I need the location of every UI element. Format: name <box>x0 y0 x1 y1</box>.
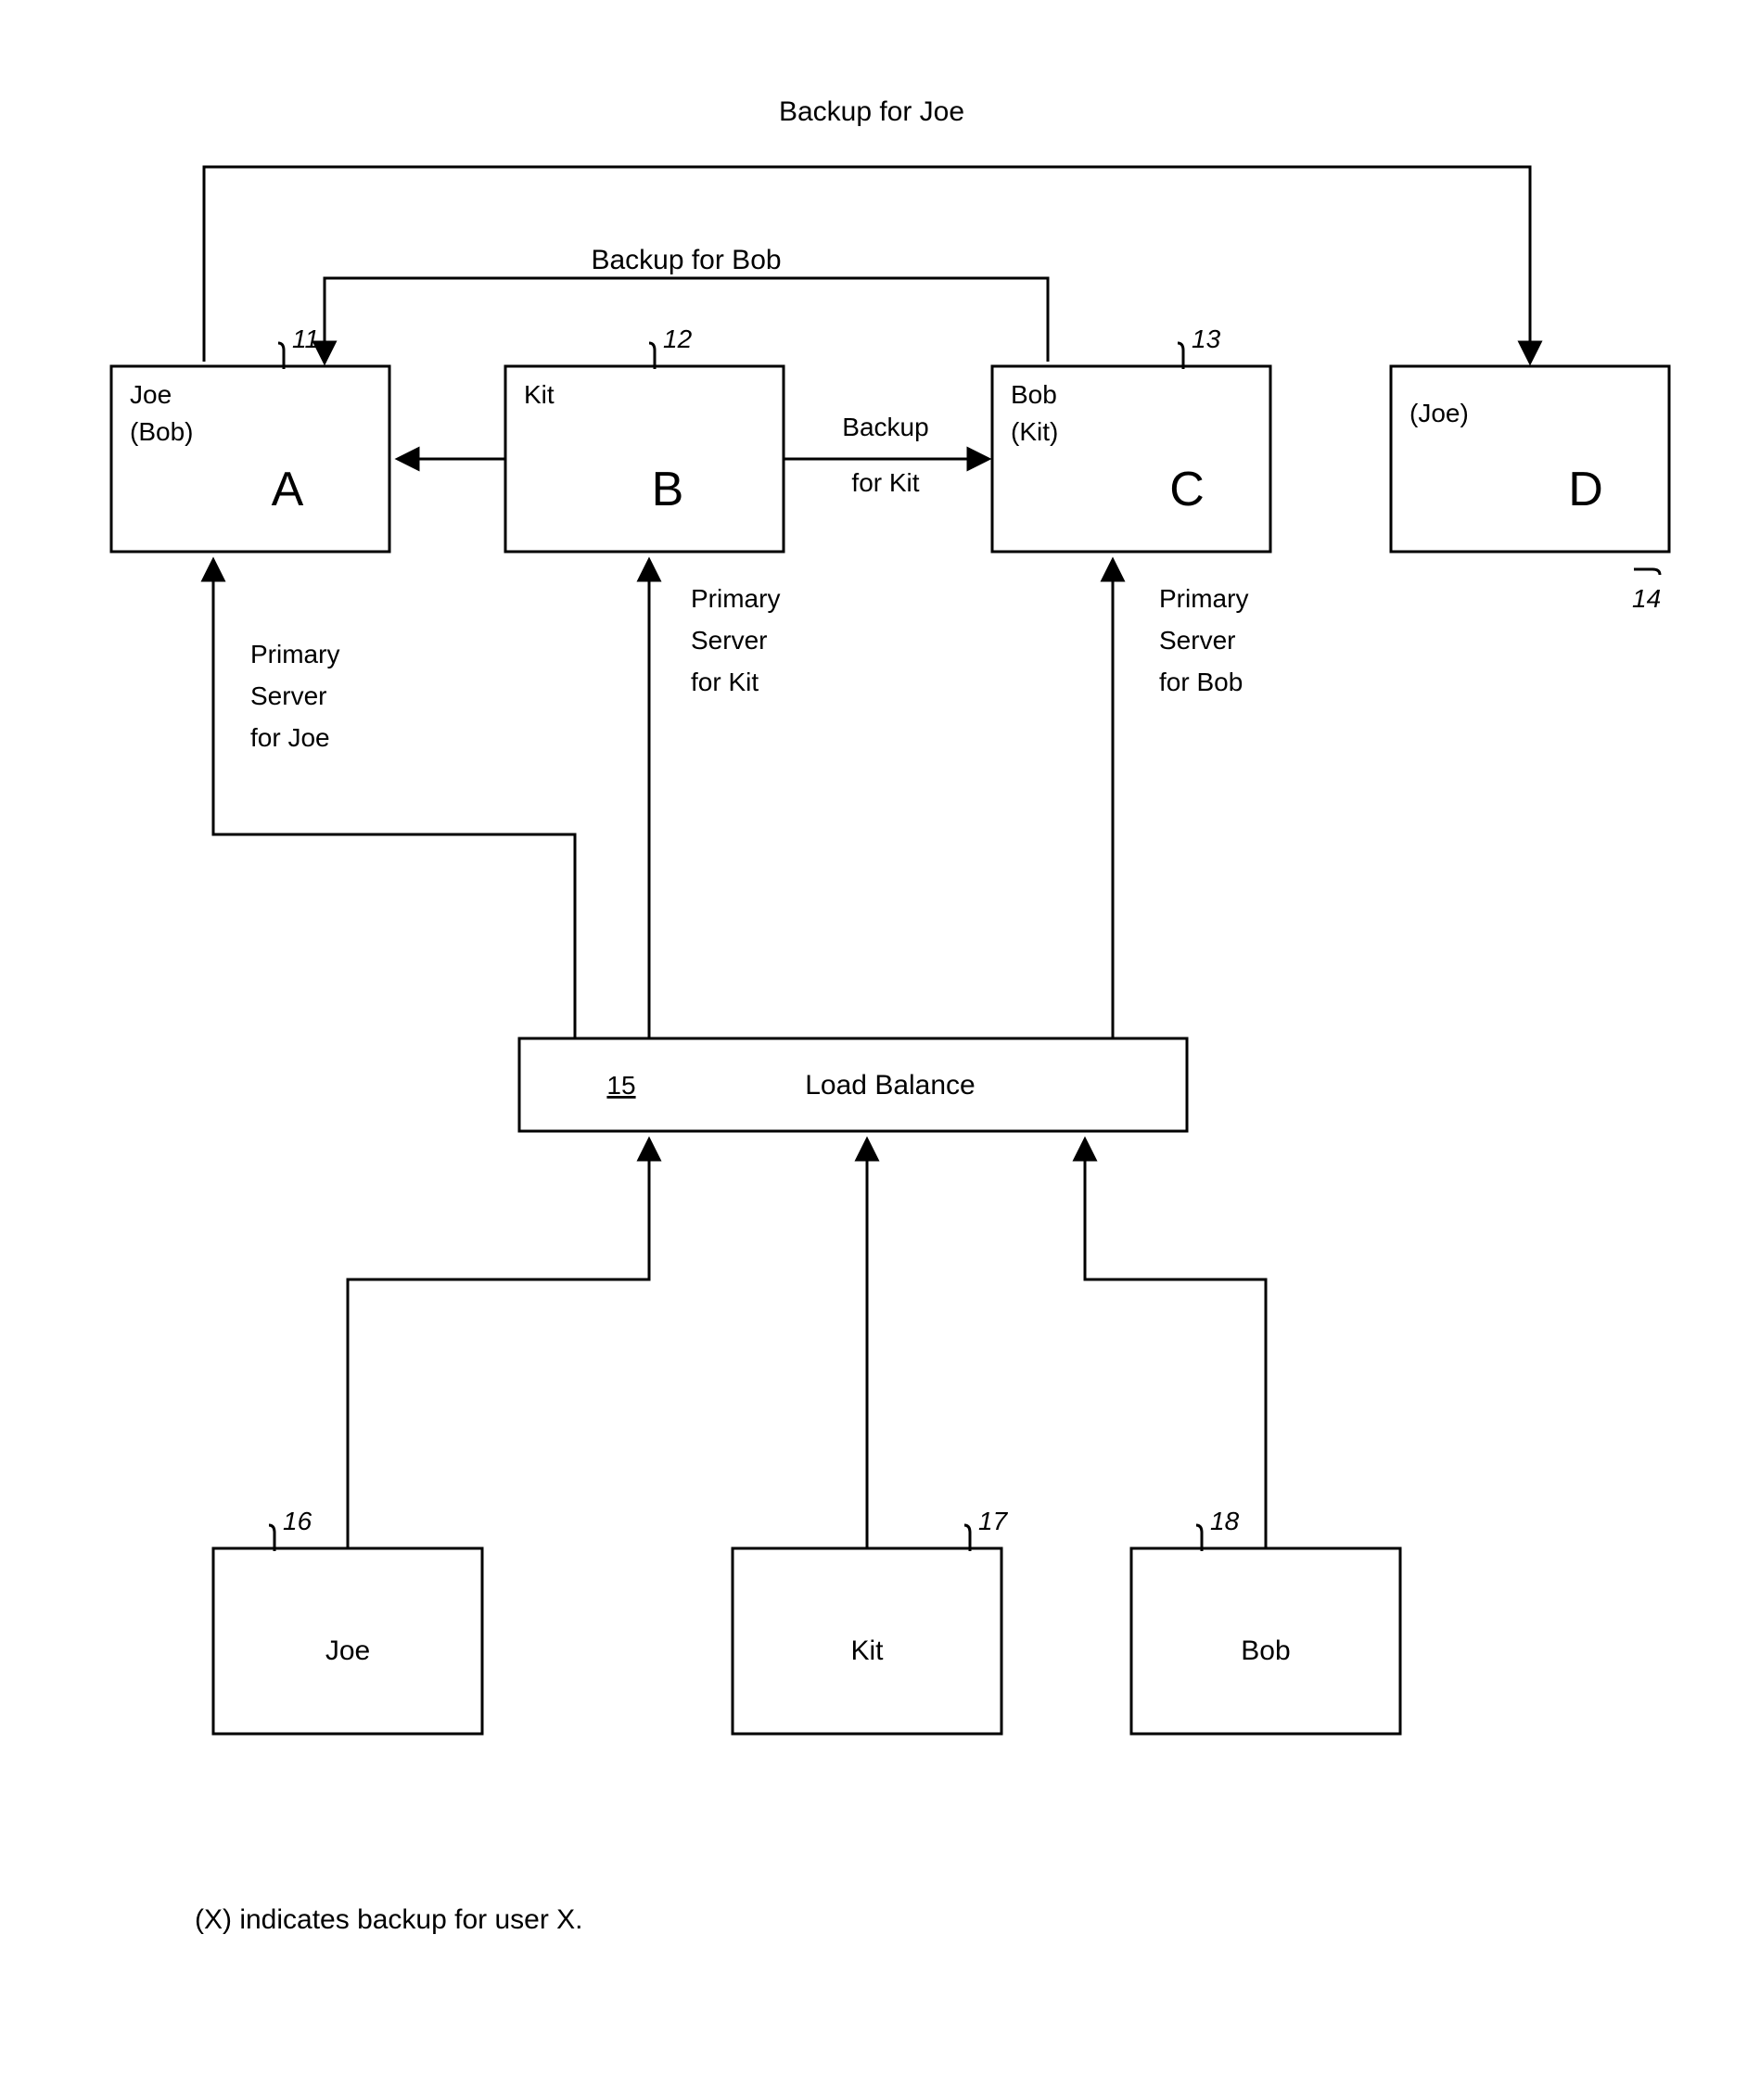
server-d-ref: 14 <box>1632 584 1661 613</box>
ref-tick-14 <box>1634 569 1660 575</box>
label-primary-joe-3: for Joe <box>250 723 330 752</box>
server-c: Bob (Kit) C 13 <box>992 325 1270 552</box>
label-primary-bob-3: for Bob <box>1159 668 1243 696</box>
server-a-letter: A <box>272 463 304 516</box>
label-primary-kit-2: Server <box>691 626 767 655</box>
label-backup-kit-2: for Kit <box>851 468 919 497</box>
load-balance: 15 Load Balance <box>519 1038 1187 1131</box>
label-primary-kit-3: for Kit <box>691 668 759 696</box>
label-primary-joe-2: Server <box>250 681 326 710</box>
label-backup-bob: Backup for Bob <box>591 245 781 275</box>
server-b-user: Kit <box>524 380 555 409</box>
server-a-backup: (Bob) <box>130 417 193 446</box>
label-primary-bob-2: Server <box>1159 626 1235 655</box>
arrow-bob-to-lb <box>1085 1140 1266 1548</box>
server-b: Kit B 12 <box>505 325 784 552</box>
client-joe-name: Joe <box>325 1635 370 1666</box>
diagram-canvas: Backup for Joe Backup for Bob Joe (Bob) … <box>0 0 1760 2100</box>
load-balance-label: Load Balance <box>805 1070 976 1101</box>
server-d: (Joe) D 14 <box>1391 366 1669 613</box>
server-b-letter: B <box>652 463 684 516</box>
server-b-ref: 12 <box>663 325 693 353</box>
client-bob-name: Bob <box>1241 1635 1290 1666</box>
client-kit-ref: 17 <box>978 1507 1009 1535</box>
label-primary-kit-1: Primary <box>691 584 780 613</box>
arrow-backup-joe <box>204 167 1530 362</box>
client-kit-name: Kit <box>850 1635 884 1666</box>
label-primary-joe-1: Primary <box>250 640 339 668</box>
server-c-backup: (Kit) <box>1011 417 1058 446</box>
label-backup-joe: Backup for Joe <box>779 96 964 127</box>
server-d-letter: D <box>1568 463 1603 516</box>
server-d-backup: (Joe) <box>1409 399 1469 427</box>
server-c-user: Bob <box>1011 380 1057 409</box>
client-kit: Kit 17 <box>733 1507 1009 1734</box>
server-a: Joe (Bob) A 11 <box>111 325 389 552</box>
label-backup-kit-1: Backup <box>842 413 928 441</box>
legend-text: (X) indicates backup for user X. <box>195 1904 583 1935</box>
load-balance-ref: 15 <box>606 1071 635 1100</box>
client-bob-ref: 18 <box>1210 1507 1240 1535</box>
server-c-ref: 13 <box>1192 325 1221 353</box>
server-a-ref: 11 <box>292 325 319 353</box>
label-primary-bob-1: Primary <box>1159 584 1248 613</box>
client-joe-ref: 16 <box>283 1507 312 1535</box>
server-c-letter: C <box>1169 463 1205 516</box>
server-a-user: Joe <box>130 380 172 409</box>
arrow-joe-to-lb <box>348 1140 649 1548</box>
arrow-lb-to-a <box>213 561 575 1038</box>
